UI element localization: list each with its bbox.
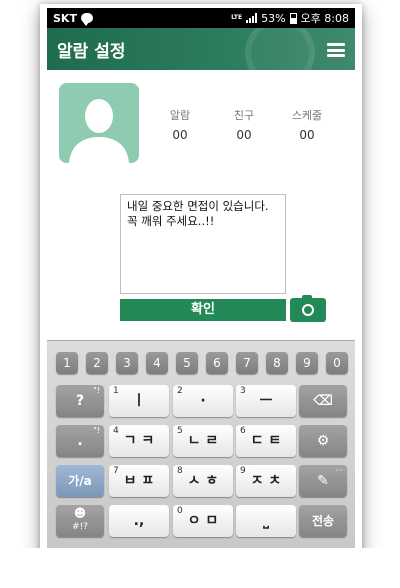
message-line-1: 내일 중요한 면접이 있습니다. <box>127 199 269 213</box>
key-1[interactable]: 1 <box>56 352 78 374</box>
network-type-label: LTE <box>231 14 243 21</box>
emoji-symbols-key[interactable]: ☻ #!? <box>56 505 104 537</box>
send-key[interactable]: 전송 <box>299 505 347 537</box>
key-4[interactable]: 4 <box>146 352 168 374</box>
key-9[interactable]: 9 <box>296 352 318 374</box>
key-vowel-i[interactable]: 1 ㅣ <box>109 385 169 417</box>
carrier-label: SKT <box>53 11 77 25</box>
battery-icon <box>289 12 297 24</box>
key-punctuation[interactable]: ., <box>109 505 169 537</box>
key-3[interactable]: 3 <box>116 352 138 374</box>
key-ieung[interactable]: 0 ㅇ ㅁ <box>173 505 233 537</box>
person-icon <box>59 83 139 163</box>
stat-alarm: 알람 00 <box>169 109 191 142</box>
key-vowel-eu[interactable]: 3 ㅡ <box>236 385 296 417</box>
key-nieun[interactable]: 5 ㄴ ㄹ <box>173 425 233 457</box>
settings-gear-icon[interactable]: ⚙ <box>299 425 347 457</box>
key-digeut[interactable]: 6 ㄷ ㅌ <box>236 425 296 457</box>
avatar[interactable] <box>59 83 139 163</box>
emoji-icon: ☻ <box>73 506 87 520</box>
message-textarea[interactable]: 내일 중요한 면접이 있습니다. 꼭 깨워 주세요..!! <box>120 194 286 294</box>
status-bar: SKT LTE 53% 오후 8:08 <box>47 8 355 28</box>
title-bar: 알람 설정 <box>47 28 355 70</box>
key-vowel-dot[interactable]: 2 · <box>173 385 233 417</box>
key-question[interactable]: "! ? <box>56 385 104 417</box>
app-screen: SKT LTE 53% 오후 8:08 알람 설정 알람 00 친구 00 스케… <box>47 8 355 548</box>
bottom-margin <box>0 548 400 588</box>
key-7[interactable]: 7 <box>236 352 258 374</box>
stat-friends: 친구 00 <box>233 109 255 142</box>
menu-icon[interactable] <box>327 43 345 57</box>
key-5[interactable]: 5 <box>176 352 198 374</box>
key-siot[interactable]: 8 ㅅ ㅎ <box>173 465 233 497</box>
talk-notification-icon <box>80 13 93 26</box>
signal-icon <box>246 13 258 23</box>
clock-time: 오후 8:08 <box>300 12 349 25</box>
battery-percent: 53% <box>261 11 286 25</box>
keyboard: 1 2 3 4 5 6 7 8 9 0 "! ? 1 ㅣ 2 · 3 ㅡ ⌫ "… <box>47 340 355 548</box>
backspace-icon[interactable]: ⌫ <box>299 385 347 417</box>
key-giyeok[interactable]: 4 ㄱ ㅋ <box>109 425 169 457</box>
stat-schedule: 스케줄 00 <box>291 109 323 142</box>
confirm-button[interactable]: 확인 <box>120 299 286 321</box>
key-jieut[interactable]: 9 ㅈ ㅊ <box>236 465 296 497</box>
key-period[interactable]: "! . <box>56 425 104 457</box>
page-title: 알람 설정 <box>57 41 126 62</box>
key-6[interactable]: 6 <box>206 352 228 374</box>
camera-icon[interactable] <box>290 295 326 322</box>
key-0[interactable]: 0 <box>326 352 348 374</box>
language-toggle-key[interactable]: 가/a <box>56 465 104 497</box>
key-2[interactable]: 2 <box>86 352 108 374</box>
message-line-2: 꼭 깨워 주세요..!! <box>127 214 215 228</box>
clock-decoration <box>245 28 315 70</box>
key-bieup[interactable]: 7 ㅂ ㅍ <box>109 465 169 497</box>
space-key[interactable]: ⎵ <box>236 505 296 537</box>
handwriting-pen-icon[interactable]: ··· ✎ <box>299 465 347 497</box>
space-icon: ⎵ <box>263 513 269 529</box>
key-8[interactable]: 8 <box>266 352 288 374</box>
